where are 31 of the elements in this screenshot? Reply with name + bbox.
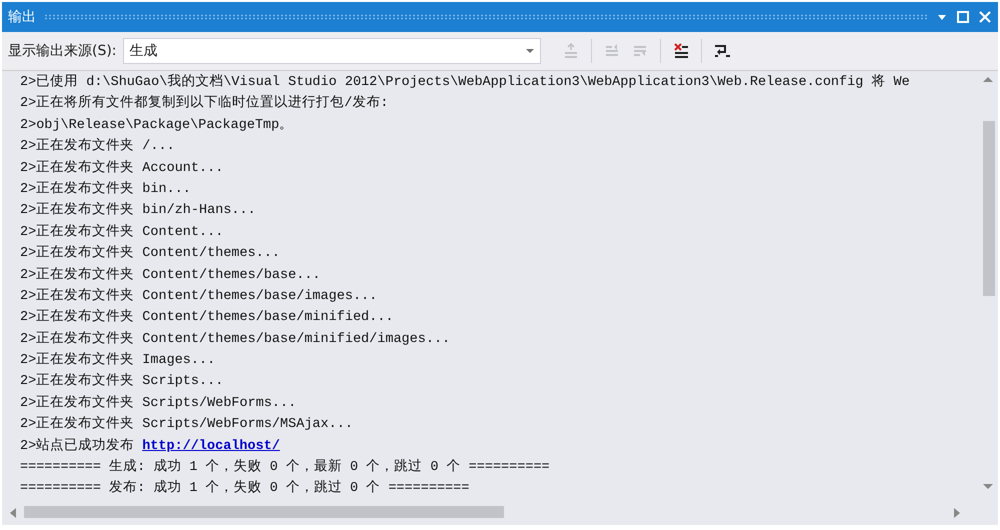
scroll-thumb[interactable] [24,506,504,518]
source-label: 显示输出来源(S): [8,42,117,60]
localhost-link[interactable]: http://localhost/ [142,438,280,454]
output-line: 2>正在发布文件夹 Content/themes/base/minified... [20,308,394,328]
output-line: 2>正在发布文件夹 Content/themes/base/minified/images... [20,330,450,349]
output-line: ========== 生成: 成功 1 个，失败 0 个，最新 0 个，跳过 0 个 ========== [20,458,550,478]
output-line: 2>正在发布文件夹 bin... [20,180,191,199]
output-line: ========== 发布: 成功 1 个，失败 0 个，跳过 0 个 ========== [20,478,470,498]
source-dropdown[interactable]: 生成 [122,38,541,64]
output-line: 2>正在发布文件夹 Images... [20,350,216,370]
output-line: 2>正在发布文件夹 Content/themes/base... [20,266,321,285]
output-line: 2>正在发布文件夹 Scripts/WebForms/MSAjax... [20,414,353,434]
output-line: 2>正在将所有文件都复制到以下临时位置以进行打包/发布: [20,94,388,114]
output-line: 2>站点已成功发布 [20,438,134,454]
clear-all-icon [672,42,690,60]
output-line: 2>正在发布文件夹 Scripts/WebForms... [20,394,296,413]
scroll-thumb[interactable] [983,121,995,296]
output-line: 2>正在发布文件夹 Content/themes... [20,244,280,264]
output-line: 2>正在发布文件夹 Account... [20,158,224,178]
maximize-icon[interactable] [956,10,970,24]
close-icon[interactable] [978,10,992,24]
window-title: 输出 [8,8,36,26]
output-line: 2>obj\Release\Package\PackageTmp。 [20,116,294,135]
output-line: 2>正在发布文件夹 Content... [20,222,224,242]
word-wrap-icon [712,42,731,60]
output-line: 2>正在发布文件夹 bin/zh-Hans... [20,200,256,220]
output-line: 2>正在发布文件夹 Scripts... [20,372,224,392]
output-line: 2>已使用 d:\ShuGao\我的文档\Visual Studio 2012\Projects\WebApplication3\WebApplication3\Web.Release.config 将 We [20,72,910,92]
output-line: 2>正在发布文件夹 Content/themes/base/images... [20,286,378,306]
output-line: 2>正在发布文件夹 /... [20,136,175,156]
dropdown-arrow-icon[interactable] [526,48,534,54]
